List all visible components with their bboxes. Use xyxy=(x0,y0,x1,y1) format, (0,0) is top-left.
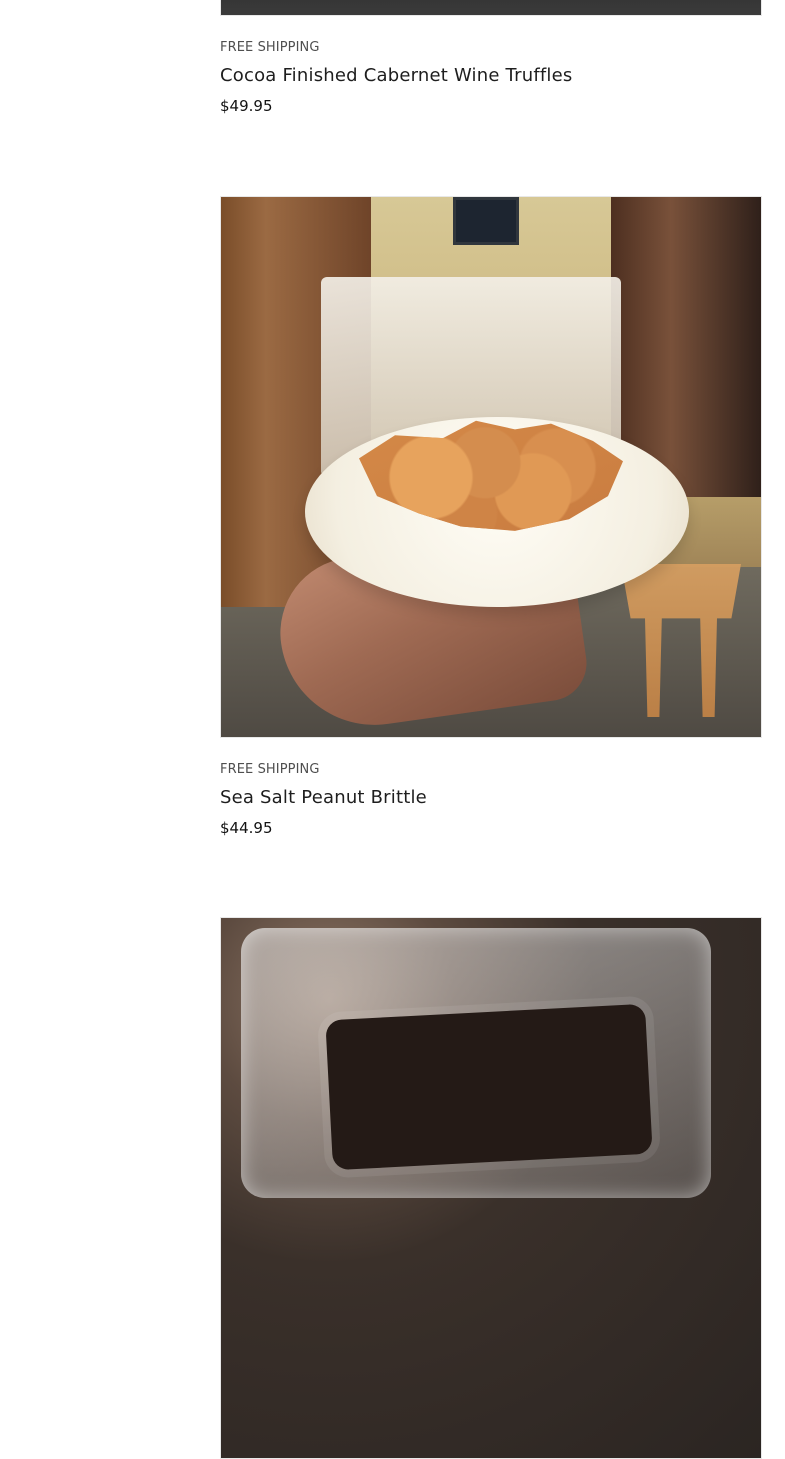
product-title-link[interactable]: Cocoa Finished Cabernet Wine Truffles xyxy=(220,64,762,88)
product-card-truffles[interactable]: FREE SHIPPING Cocoa Finished Cabernet Wi… xyxy=(220,0,762,116)
product-title-link[interactable]: Sea Salt Peanut Brittle xyxy=(220,786,762,810)
free-shipping-badge: FREE SHIPPING xyxy=(220,762,320,777)
truffles-image-link[interactable] xyxy=(220,0,762,16)
truffles-photo xyxy=(221,0,761,15)
free-shipping-badge: FREE SHIPPING xyxy=(220,40,320,55)
brittle-image-link[interactable] xyxy=(220,196,762,738)
chocolate-bag-image-link[interactable] xyxy=(220,917,762,1459)
product-card-chocolate-bag[interactable] xyxy=(220,917,762,1459)
product-price: $44.95 xyxy=(220,819,273,837)
peanut-brittle-photo xyxy=(221,197,761,737)
tv-screen xyxy=(453,197,519,245)
product-card-brittle[interactable]: FREE SHIPPING Sea Salt Peanut Brittle $4… xyxy=(220,196,762,838)
product-price: $49.95 xyxy=(220,97,273,115)
product-list: FREE SHIPPING Cocoa Finished Cabernet Wi… xyxy=(0,0,785,1459)
